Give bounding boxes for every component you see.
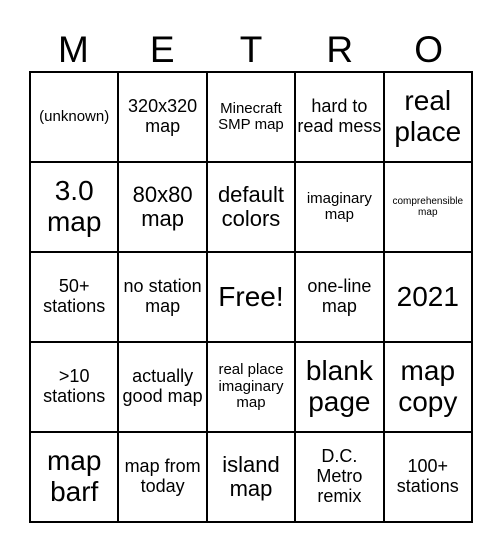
bingo-cell[interactable]: 80x80 map <box>117 161 208 253</box>
bingo-cell[interactable]: Minecraft SMP map <box>205 71 297 163</box>
free-space-cell[interactable]: Free! <box>205 251 297 343</box>
bingo-cell[interactable]: blank page <box>294 341 385 433</box>
bingo-cell[interactable]: real place imaginary map <box>205 341 297 433</box>
bingo-cell[interactable]: (unknown) <box>28 71 120 163</box>
bingo-cell[interactable]: real place <box>382 71 474 163</box>
bingo-cell[interactable]: hard to read mess <box>294 71 385 163</box>
bingo-cell[interactable]: 50+ stations <box>28 251 120 343</box>
bingo-cell[interactable]: map copy <box>382 341 474 433</box>
header-letter: O <box>414 29 443 70</box>
bingo-cell[interactable]: island map <box>205 431 297 523</box>
header-letter: R <box>326 29 354 70</box>
bingo-cell[interactable]: 2021 <box>382 251 474 343</box>
board-row: 3.0 map 80x80 map default colors imaginary … <box>28 161 474 253</box>
bingo-cell[interactable]: comprehensible map <box>382 161 474 253</box>
board-row: map barf map from today island map D.C. Met… <box>28 431 474 523</box>
bingo-cell[interactable]: default colors <box>205 161 297 253</box>
bingo-cell[interactable]: >10 stations <box>28 341 120 433</box>
bingo-board: (unknown) 320x320 map Minecraft SMP map har… <box>28 71 474 523</box>
board-row: 50+ stations no station map Free! one-line … <box>28 251 474 343</box>
bingo-cell[interactable]: D.C. Metro remix <box>294 431 385 523</box>
bingo-cell[interactable]: one-line map <box>294 251 385 343</box>
board-row: (unknown) 320x320 map Minecraft SMP map har… <box>28 71 474 163</box>
bingo-cell[interactable]: map barf <box>28 431 120 523</box>
bingo-cell[interactable]: actually good map <box>117 341 208 433</box>
bingo-cell[interactable]: 320x320 map <box>117 71 208 163</box>
bingo-cell[interactable]: map from today <box>117 431 208 523</box>
bingo-cell[interactable]: no station map <box>117 251 208 343</box>
header-letter: E <box>149 29 175 70</box>
header-letter: M <box>57 29 89 70</box>
header-letter: T <box>239 29 263 70</box>
bingo-cell[interactable]: 100+ stations <box>382 431 474 523</box>
bingo-cell[interactable]: imaginary map <box>294 161 385 253</box>
bingo-header: M E T R O <box>29 28 473 72</box>
board-row: >10 stations actually good map real place … <box>28 341 474 433</box>
bingo-cell[interactable]: 3.0 map <box>28 161 120 253</box>
